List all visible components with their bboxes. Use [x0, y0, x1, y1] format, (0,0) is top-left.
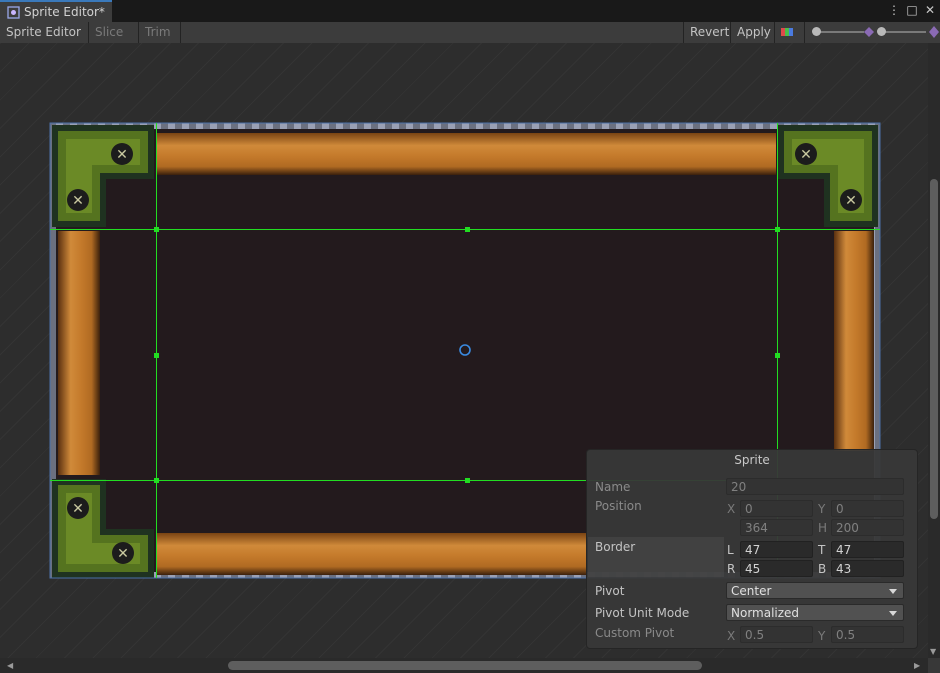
- pivot-unit-value: Normalized: [731, 606, 800, 620]
- pivot-dropdown[interactable]: Center: [726, 582, 904, 599]
- apply-button[interactable]: Apply: [731, 22, 775, 43]
- top-rail: [156, 133, 776, 175]
- tab-title: Sprite Editor*: [24, 5, 105, 19]
- name-label: Name: [595, 480, 631, 494]
- border-r-axis: R: [727, 562, 736, 576]
- trim-button[interactable]: Trim: [139, 22, 181, 43]
- window-tab-bar: Sprite Editor* ⋮ □ ✕: [0, 0, 940, 23]
- right-rail: [834, 231, 874, 451]
- zoom-slider[interactable]: [812, 26, 866, 39]
- horizontal-scroll-thumb[interactable]: [228, 661, 702, 670]
- bottom-rail: [156, 533, 586, 575]
- position-w-field[interactable]: 364: [740, 519, 813, 536]
- panel-title: Sprite: [734, 453, 770, 467]
- chevron-down-icon: [889, 611, 897, 616]
- zoom-slider-handle[interactable]: [812, 27, 821, 36]
- sprite-inspector-panel: Sprite Name 20 Position X 0 Y 0 364 H 20…: [586, 449, 918, 649]
- mipmap-large-icon: [929, 26, 939, 38]
- slice-dropdown[interactable]: Slice: [89, 22, 139, 55]
- left-rail: [58, 231, 100, 475]
- horizontal-scrollbar[interactable]: ◀ ▶: [0, 658, 928, 673]
- close-icon[interactable]: ✕: [924, 3, 936, 17]
- maximize-icon[interactable]: □: [906, 3, 918, 17]
- pos-x-axis: X: [727, 502, 736, 516]
- more-options-icon[interactable]: ⋮: [888, 3, 900, 17]
- mipmap-icon: [864, 27, 874, 37]
- mip-slider-handle[interactable]: [877, 27, 886, 36]
- border-r-field[interactable]: 45: [740, 560, 813, 577]
- border-t-field[interactable]: 47: [831, 541, 904, 558]
- pivot-unit-mode-dropdown[interactable]: Normalized: [726, 604, 904, 621]
- scroll-down-icon[interactable]: ▼: [930, 647, 936, 656]
- revert-label: Revert: [690, 25, 730, 39]
- chevron-down-icon: [889, 589, 897, 594]
- custom-x-axis: X: [727, 629, 736, 643]
- sprite-editor-icon: [7, 5, 20, 19]
- pivot-label: Pivot: [595, 584, 625, 598]
- mode-label: Sprite Editor: [6, 25, 81, 39]
- svg-text:✕: ✕: [117, 546, 129, 562]
- slice-label: Slice: [95, 25, 124, 39]
- position-y-field[interactable]: 0: [831, 500, 904, 517]
- svg-text:✕: ✕: [116, 147, 128, 163]
- pos-y-axis: Y: [818, 502, 826, 516]
- custom-pivot-x-field[interactable]: 0.5: [740, 626, 813, 643]
- vertical-scrollbar[interactable]: ▼: [928, 43, 940, 658]
- vertical-scroll-thumb[interactable]: [930, 179, 938, 519]
- scroll-right-icon[interactable]: ▶: [914, 661, 920, 670]
- pivot-value: Center: [731, 584, 772, 598]
- tab-sprite-editor[interactable]: Sprite Editor*: [0, 0, 112, 22]
- pos-h-axis: H: [818, 521, 828, 535]
- apply-label: Apply: [737, 25, 771, 39]
- svg-text:✕: ✕: [72, 501, 84, 517]
- svg-text:✕: ✕: [845, 193, 857, 209]
- border-label: Border: [595, 540, 636, 554]
- position-label: Position: [595, 499, 642, 513]
- name-field[interactable]: 20: [726, 478, 904, 495]
- rgb-channels-icon: [781, 28, 793, 36]
- border-l-field[interactable]: 47: [740, 541, 813, 558]
- toolbar: Sprite Editor Slice Trim Revert Apply: [0, 22, 940, 55]
- position-h-field[interactable]: 200: [831, 519, 904, 536]
- sprite-editor-mode-dropdown[interactable]: Sprite Editor: [0, 22, 89, 55]
- pivot-unit-mode-label: Pivot Unit Mode: [595, 606, 690, 620]
- revert-button[interactable]: Revert: [683, 22, 731, 43]
- border-b-field[interactable]: 43: [831, 560, 904, 577]
- border-t-axis: T: [818, 543, 826, 557]
- svg-text:✕: ✕: [72, 193, 84, 209]
- custom-pivot-label: Custom Pivot: [595, 626, 675, 640]
- mip-level-slider[interactable]: [876, 26, 928, 39]
- color-channel-toggle[interactable]: [775, 22, 805, 43]
- border-l-axis: L: [727, 543, 734, 557]
- position-x-field[interactable]: 0: [740, 500, 813, 517]
- trim-label: Trim: [145, 25, 171, 39]
- custom-y-axis: Y: [818, 629, 826, 643]
- svg-text:✕: ✕: [800, 147, 812, 163]
- custom-pivot-y-field[interactable]: 0.5: [831, 626, 904, 643]
- scroll-left-icon[interactable]: ◀: [7, 661, 13, 670]
- border-b-axis: B: [818, 562, 827, 576]
